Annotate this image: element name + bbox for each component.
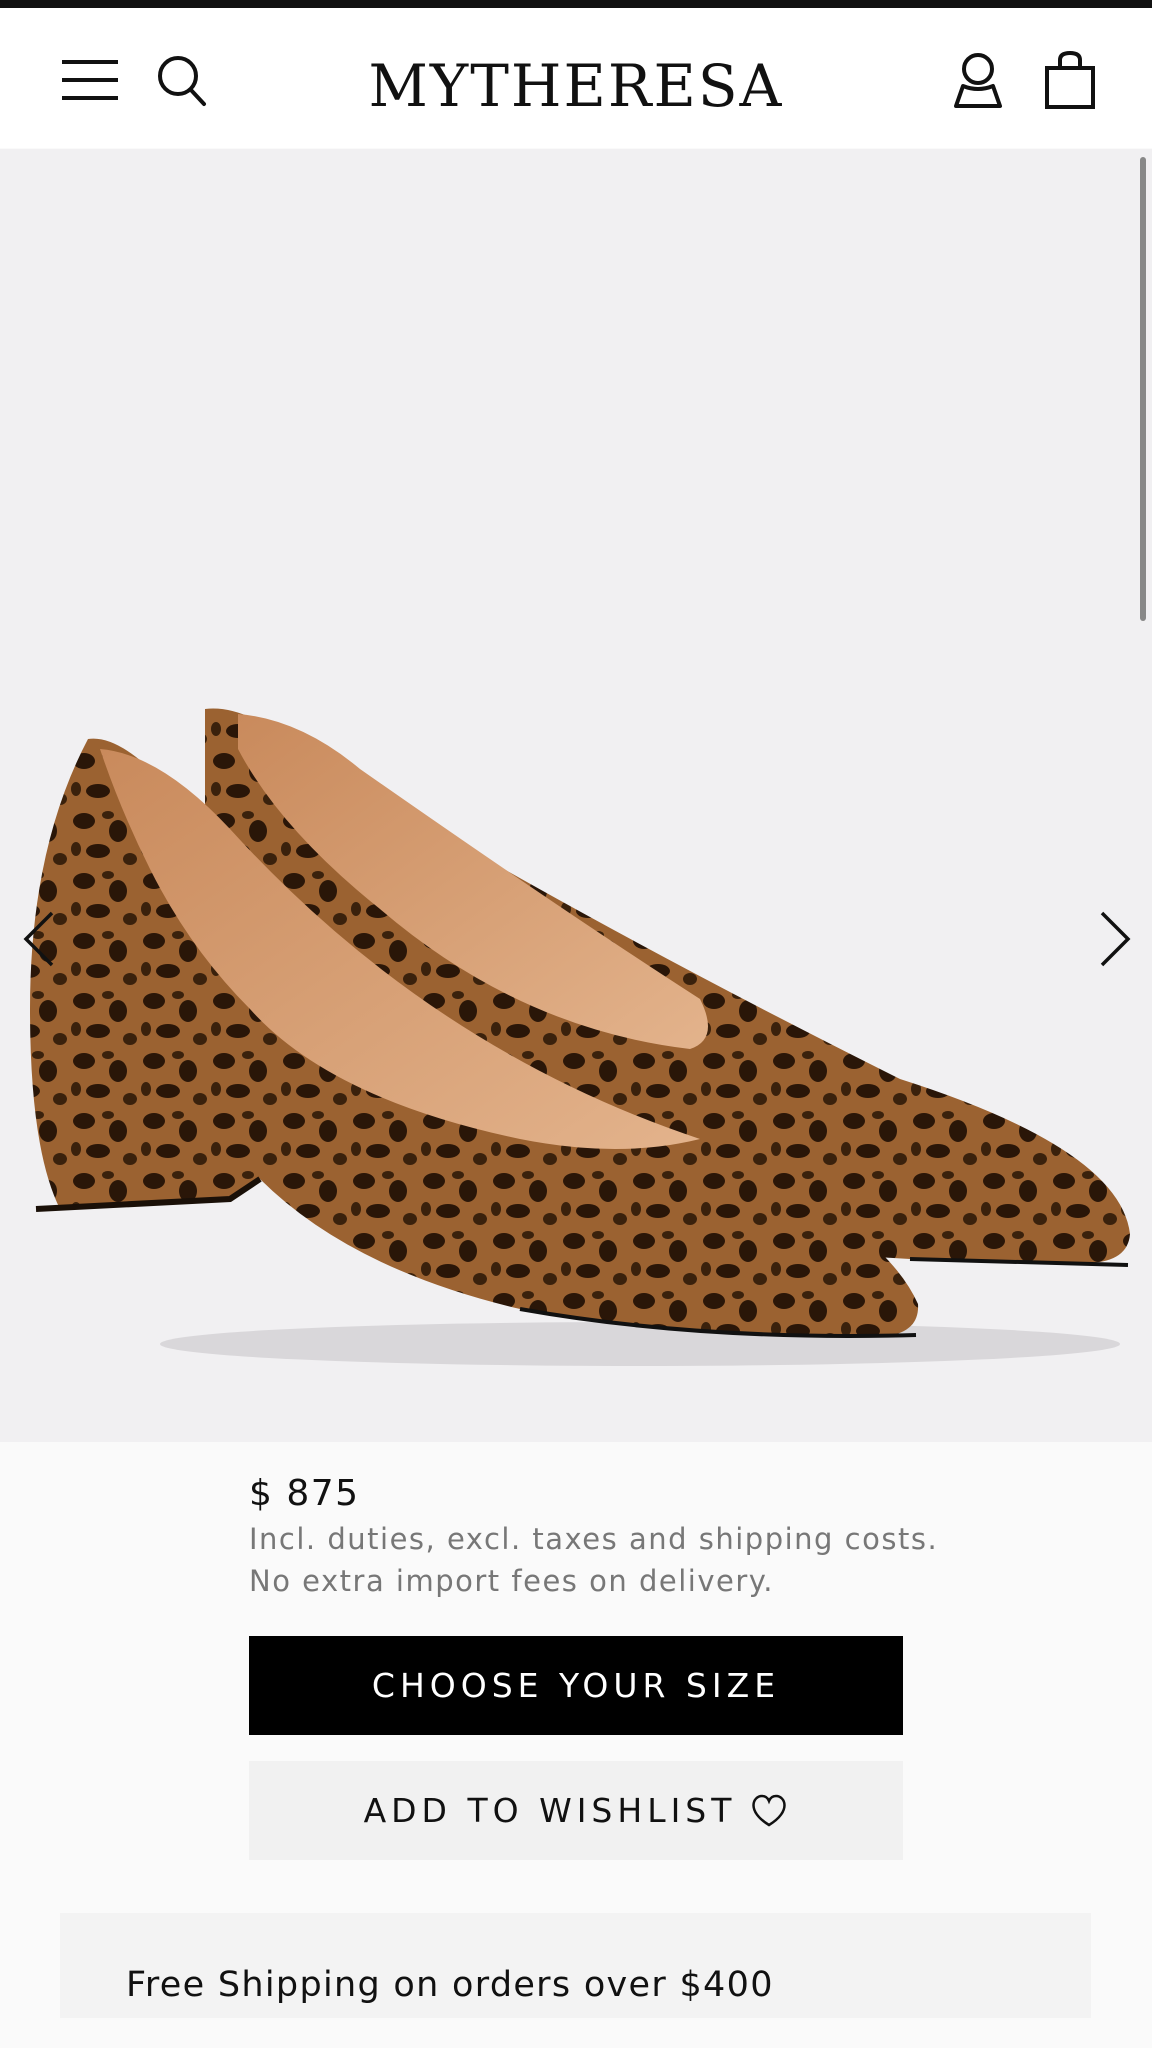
account-button[interactable] bbox=[953, 52, 1003, 112]
shipping-promo-text: Free Shipping on orders over $400 bbox=[126, 1965, 774, 2005]
chevron-right-icon bbox=[1100, 911, 1131, 967]
scrollbar[interactable] bbox=[1140, 157, 1146, 621]
site-header: MYTHERESA bbox=[0, 8, 1152, 148]
add-to-wishlist-button[interactable]: ADD TO WISHLIST bbox=[249, 1761, 903, 1860]
previous-image-button[interactable] bbox=[20, 909, 60, 969]
shopping-bag-button[interactable] bbox=[1044, 50, 1096, 114]
price-note-line2: No extra import fees on delivery. bbox=[249, 1564, 774, 1598]
account-icon bbox=[954, 53, 1002, 108]
choose-size-label: CHOOSE YOUR SIZE bbox=[371, 1666, 781, 1705]
shipping-promo-banner: Free Shipping on orders over $400 bbox=[60, 1913, 1091, 2018]
product-image bbox=[30, 708, 1130, 1366]
choose-size-button[interactable]: CHOOSE YOUR SIZE bbox=[249, 1636, 903, 1735]
price-note-line1: Incl. duties, excl. taxes and shipping c… bbox=[249, 1522, 939, 1556]
product-price: $ 875 bbox=[249, 1473, 360, 1514]
heart-icon bbox=[752, 1794, 787, 1826]
chevron-left-icon bbox=[23, 911, 54, 967]
price-section: $ 875 Incl. duties, excl. taxes and ship… bbox=[249, 1470, 938, 1602]
product-image-gallery[interactable] bbox=[0, 149, 1152, 1442]
top-bar bbox=[0, 0, 1152, 8]
next-image-button[interactable] bbox=[1094, 909, 1134, 969]
bag-icon bbox=[1045, 50, 1095, 109]
wishlist-label: ADD TO WISHLIST bbox=[363, 1791, 737, 1830]
